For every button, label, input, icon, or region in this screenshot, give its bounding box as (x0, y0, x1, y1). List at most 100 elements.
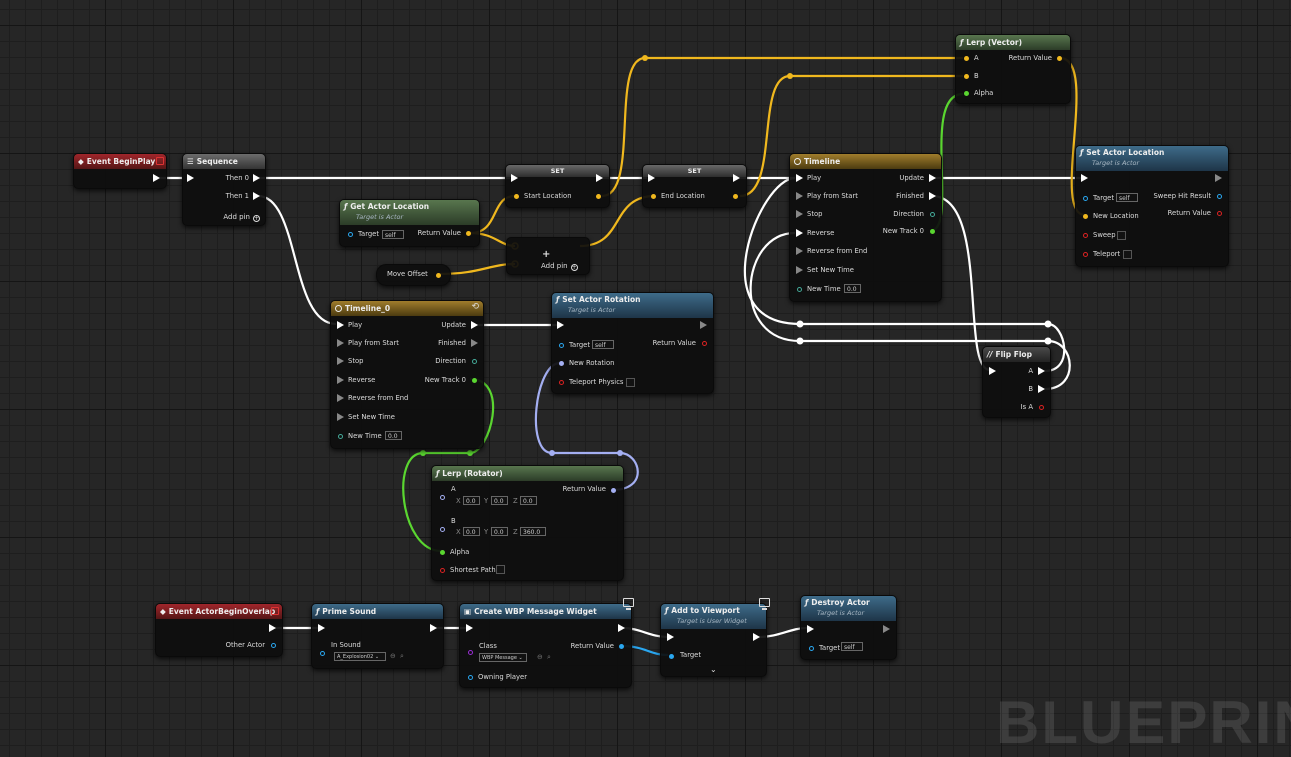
owning-player-pin[interactable] (468, 675, 473, 680)
create-widget-node[interactable]: ▣ Create WBP Message Widget Class WBP Mes… (459, 598, 634, 688)
a-x-field[interactable]: 0.0 (463, 496, 480, 505)
exec-out-pin[interactable] (883, 625, 890, 633)
exec-out-pin[interactable] (733, 174, 740, 182)
return-value-pin[interactable] (1217, 211, 1222, 216)
lerp-vector-node[interactable]: ƒ Lerp (Vector) A B Alpha Return Value (955, 34, 1071, 104)
b-pin[interactable] (440, 527, 445, 532)
direction-pin[interactable] (930, 212, 935, 217)
exec-in-pin[interactable] (511, 174, 518, 182)
set-start-location-node[interactable]: SET Start Location (505, 164, 610, 208)
in-sound-pin[interactable] (320, 651, 325, 656)
use-asset-icon[interactable]: ⊖ (537, 653, 543, 662)
sweep-checkbox[interactable] (1117, 231, 1126, 240)
add-pin-button[interactable]: Add pin + (541, 262, 578, 271)
update-pin[interactable] (929, 174, 936, 182)
target-pin[interactable] (1083, 196, 1088, 201)
event-actor-begin-overlap-node[interactable]: ◆ Event ActorBeginOverlap Other Actor (155, 603, 283, 657)
play-from-start-pin[interactable] (337, 339, 344, 347)
shortest-path-pin[interactable] (440, 568, 445, 573)
sequence-node[interactable]: ☰ Sequence Then 0 Then 1 Add pin + (182, 153, 266, 226)
class-dropdown[interactable]: WBP Message ⌄ (479, 653, 527, 662)
target-self-field[interactable]: self (592, 340, 614, 349)
target-self-field[interactable]: self (382, 230, 404, 239)
exec-in-pin[interactable] (187, 174, 194, 182)
teleport-pin[interactable] (1083, 252, 1088, 257)
alpha-pin[interactable] (440, 550, 445, 555)
new-location-pin[interactable] (1083, 214, 1088, 219)
exec-out-pin[interactable] (753, 633, 760, 641)
target-pin[interactable] (559, 343, 564, 348)
exec-in-pin[interactable] (648, 174, 655, 182)
reverse-pin[interactable] (796, 229, 803, 237)
return-value-pin[interactable] (466, 231, 471, 236)
b-z-field[interactable]: 360.0 (520, 527, 546, 536)
exec-in-pin[interactable] (1081, 174, 1088, 182)
browse-search-icon[interactable]: ⌕ (400, 652, 404, 661)
target-self-field[interactable]: self (841, 642, 863, 651)
stop-pin[interactable] (796, 210, 803, 218)
sweep-hit-result-pin[interactable] (1217, 194, 1222, 199)
direction-pin[interactable] (472, 359, 477, 364)
move-offset-node[interactable]: Move Offset (376, 264, 451, 286)
browse-search-icon[interactable]: ⌕ (547, 653, 551, 662)
new-time-pin[interactable] (797, 287, 802, 292)
update-pin[interactable] (471, 321, 478, 329)
play-from-start-pin[interactable] (796, 192, 803, 200)
then1-pin[interactable] (253, 192, 260, 200)
class-pin[interactable] (468, 650, 473, 655)
teleport-physics-pin[interactable] (559, 380, 564, 385)
a-z-field[interactable]: 0.0 (520, 496, 537, 505)
lerp-rotator-node[interactable]: ƒ Lerp (Rotator) A X 0.0 Y 0.0 Z 0.0 B X … (431, 465, 624, 581)
target-self-field[interactable]: self (1116, 193, 1138, 202)
exec-in-pin[interactable] (667, 633, 674, 641)
then0-pin[interactable] (253, 174, 260, 182)
event-beginplay-node[interactable]: ◆ Event BeginPlay (73, 153, 167, 189)
new-time-field[interactable]: 0.0 (844, 284, 861, 293)
new-time-pin[interactable] (338, 434, 343, 439)
return-value-pin[interactable] (619, 644, 624, 649)
exec-out-pin[interactable] (618, 624, 625, 632)
use-asset-icon[interactable]: ⊖ (390, 652, 396, 661)
finished-pin[interactable] (471, 339, 478, 347)
start-location-in-pin[interactable] (514, 194, 519, 199)
add-vector-node[interactable]: + Add pin + (506, 237, 590, 275)
play-pin[interactable] (796, 174, 803, 182)
shortest-path-checkbox[interactable] (496, 565, 505, 574)
alpha-pin[interactable] (964, 91, 969, 96)
loop-icon[interactable]: ⟲ (471, 303, 479, 312)
exec-out-pin[interactable] (596, 174, 603, 182)
reverse-from-end-pin[interactable] (337, 394, 344, 402)
new-track-pin[interactable] (930, 229, 935, 234)
reverse-pin[interactable] (337, 376, 344, 384)
exec-in-pin[interactable] (557, 321, 564, 329)
set-end-location-node[interactable]: SET End Location (642, 164, 747, 208)
flip-flop-node[interactable]: //Flip Flop A B Is A (982, 346, 1051, 418)
sweep-pin[interactable] (1083, 233, 1088, 238)
end-location-in-pin[interactable] (651, 194, 656, 199)
a-pin[interactable] (964, 56, 969, 61)
exec-out-pin[interactable] (269, 624, 276, 632)
delegate-pin[interactable] (271, 607, 279, 615)
move-offset-pin[interactable] (436, 273, 441, 278)
exec-in-pin[interactable] (989, 367, 996, 375)
reverse-from-end-pin[interactable] (796, 247, 803, 255)
return-value-pin[interactable] (611, 488, 616, 493)
exec-in-pin[interactable] (807, 625, 814, 633)
target-pin[interactable] (348, 232, 353, 237)
set-new-time-pin[interactable] (796, 266, 803, 274)
exec-out-pin[interactable] (1215, 174, 1222, 182)
a-y-field[interactable]: 0.0 (491, 496, 508, 505)
other-actor-pin[interactable] (271, 643, 276, 648)
return-value-pin[interactable] (702, 341, 707, 346)
get-actor-location-node[interactable]: ƒ Get Actor Location Target is Actor Targe… (339, 199, 480, 247)
target-pin[interactable] (809, 646, 814, 651)
set-actor-rotation-node[interactable]: ƒ Set Actor Rotation Target is Actor Targe… (551, 292, 714, 394)
stop-pin[interactable] (337, 357, 344, 365)
exec-out-pin[interactable] (153, 174, 160, 182)
exec-in-pin[interactable] (318, 624, 325, 632)
b-y-field[interactable]: 0.0 (491, 527, 508, 536)
exec-out-pin[interactable] (430, 624, 437, 632)
new-time-field[interactable]: 0.0 (385, 431, 402, 440)
finished-pin[interactable] (929, 192, 936, 200)
timeline-node[interactable]: Timeline Play Play from Start Stop Rever… (789, 153, 942, 302)
